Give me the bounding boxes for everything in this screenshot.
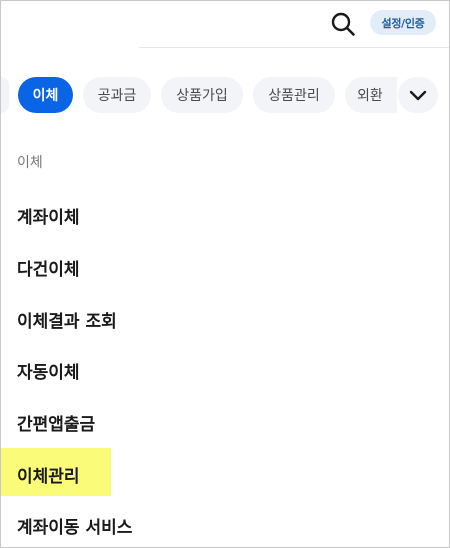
tab-transfer[interactable]: 이체	[18, 77, 73, 113]
category-tabs: 이체 공과금 상품가입 상품관리 외환	[1, 75, 449, 115]
tab-product-signup[interactable]: 상품가입	[161, 77, 243, 113]
menu-auto-transfer[interactable]: 자동이체	[17, 358, 80, 383]
menu-account-transfer[interactable]: 계좌이체	[17, 203, 80, 228]
menu-transfer-management[interactable]: 이체관리	[17, 462, 80, 487]
chevron-down-icon	[409, 90, 427, 101]
search-icon	[331, 12, 355, 36]
tab-product-management[interactable]: 상품관리	[253, 77, 335, 113]
more-tabs-button[interactable]	[398, 77, 438, 113]
app-frame: 설정/인증 이체 공과금 상품가입 상품관리 외환 이체 계좌이체 다건이체 이…	[0, 0, 450, 548]
menu-easy-app-withdrawal[interactable]: 간편앱출금	[17, 410, 95, 435]
tab-foreign-exchange[interactable]: 외환	[345, 77, 397, 113]
settings-auth-button[interactable]: 설정/인증	[370, 10, 436, 35]
top-header: 설정/인증	[1, 1, 449, 47]
tab-utility-bills[interactable]: 공과금	[83, 77, 151, 113]
menu-transfer-result-inquiry[interactable]: 이체결과 조회	[17, 307, 117, 332]
search-button[interactable]	[329, 10, 357, 38]
menu-bulk-transfer[interactable]: 다건이체	[17, 255, 80, 280]
header-divider	[139, 47, 449, 48]
section-title: 이체	[17, 155, 43, 171]
menu-account-switch-service[interactable]: 계좌이동 서비스	[17, 513, 132, 538]
tab-previous-partial[interactable]	[1, 77, 9, 113]
